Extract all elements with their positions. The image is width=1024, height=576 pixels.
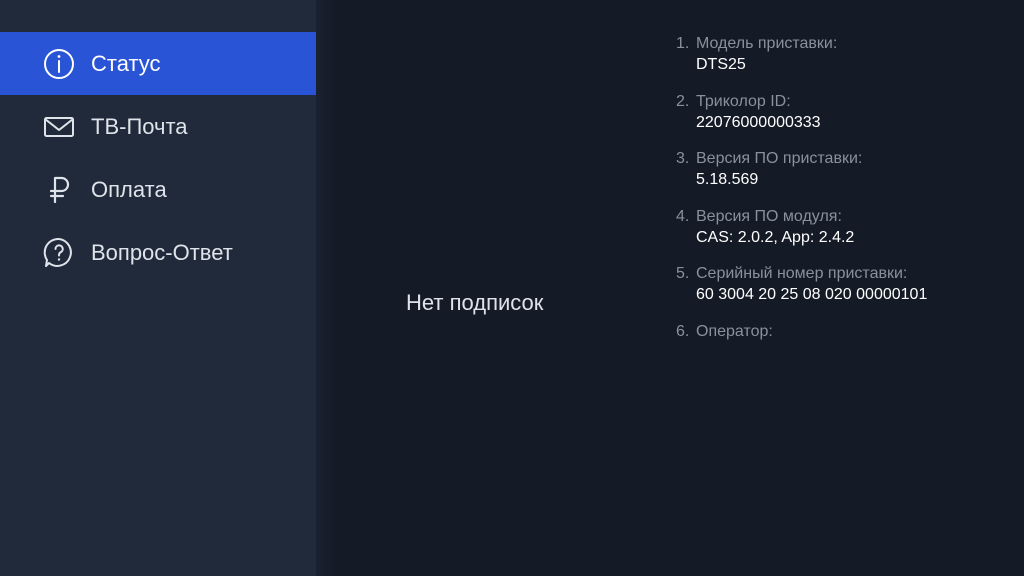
- info-item-value: CAS: 2.0.2, App: 2.4.2: [696, 228, 855, 246]
- sidebar-item-label: Статус: [91, 50, 161, 76]
- screen: Статус ТВ-Почта Оплата Вопрос-Ответ Нет …: [0, 0, 1024, 576]
- sidebar-item-status[interactable]: Статус: [0, 32, 316, 95]
- sidebar-item-label: Вопрос-Ответ: [91, 239, 233, 265]
- info-item-label: Модель приставки:: [696, 35, 838, 52]
- no-subscriptions-message: Нет подписок: [406, 290, 544, 315]
- info-item-label: Версия ПО модуля:: [696, 207, 842, 225]
- sidebar-item-label: ТВ-Почта: [91, 113, 188, 139]
- mail-icon: [42, 110, 76, 144]
- info-item-label: Оператор:: [696, 322, 773, 340]
- info-item-value: 60 3004 20 25 08 020 00000101: [696, 286, 928, 303]
- info-item-tricolor-id: 2. Триколор ID: 22076000000333: [676, 92, 1016, 150]
- info-item-number: 3.: [676, 150, 690, 167]
- info-item-value: 22076000000333: [696, 113, 821, 131]
- sidebar: Статус ТВ-Почта Оплата Вопрос-Ответ: [0, 0, 316, 576]
- sidebar-nav: Статус ТВ-Почта Оплата Вопрос-Ответ: [0, 32, 316, 284]
- info-item-number: 1.: [676, 35, 690, 52]
- info-icon: [42, 47, 76, 81]
- info-item-value: 5.18.569: [696, 171, 759, 188]
- info-item-number: 4.: [676, 207, 690, 225]
- sidebar-item-faq[interactable]: Вопрос-Ответ: [0, 221, 316, 284]
- info-item-number: 5.: [676, 265, 690, 282]
- info-item-value: DTS25: [696, 56, 746, 73]
- info-item-number: 6.: [676, 322, 690, 340]
- info-item-model: 1. Модель приставки: DTS25: [676, 34, 1016, 92]
- device-info-list: 1. Модель приставки: DTS25 2. Триколор I…: [676, 34, 1016, 379]
- info-item-label: Серийный номер приставки:: [696, 265, 908, 282]
- sidebar-item-tv-mail[interactable]: ТВ-Почта: [0, 95, 316, 158]
- ruble-icon: [42, 173, 76, 207]
- info-item-serial-number: 5. Серийный номер приставки: 60 3004 20 …: [676, 264, 1016, 322]
- info-item-module-version: 4. Версия ПО модуля: CAS: 2.0.2, App: 2.…: [676, 207, 1016, 265]
- sidebar-shadow: [316, 0, 336, 576]
- info-item-firmware-version: 3. Версия ПО приставки: 5.18.569: [676, 149, 1016, 207]
- question-bubble-icon: [42, 236, 76, 270]
- info-item-operator: 6. Оператор:: [676, 322, 1016, 380]
- sidebar-item-label: Оплата: [91, 176, 167, 202]
- info-item-number: 2.: [676, 92, 690, 110]
- info-item-label: Триколор ID:: [696, 92, 791, 110]
- sidebar-item-payment[interactable]: Оплата: [0, 158, 316, 221]
- info-item-label: Версия ПО приставки:: [696, 150, 863, 167]
